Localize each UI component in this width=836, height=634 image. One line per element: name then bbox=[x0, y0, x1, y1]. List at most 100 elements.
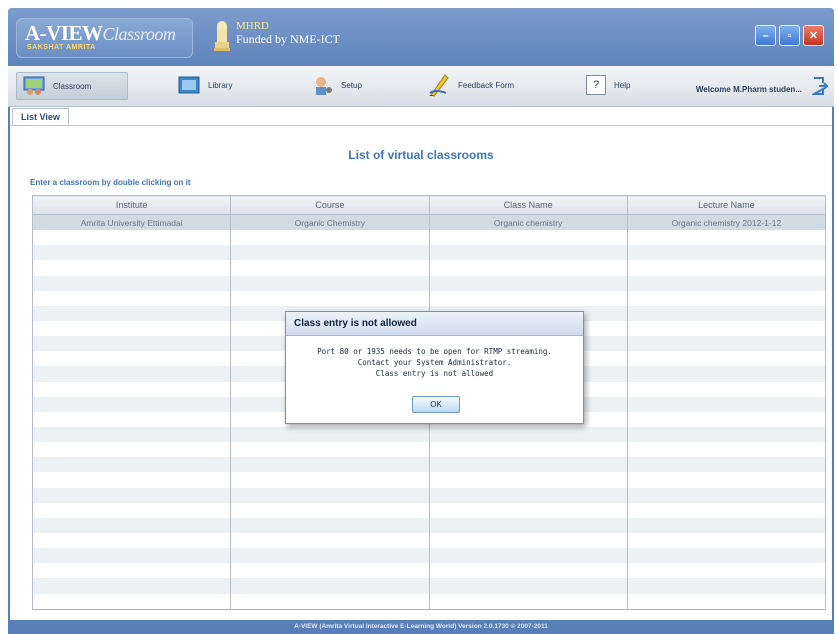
empty-table-row bbox=[31, 548, 827, 564]
empty-cell bbox=[626, 426, 827, 443]
empty-cell bbox=[31, 230, 232, 246]
empty-table-row bbox=[31, 487, 827, 503]
column-header-lecture-name[interactable]: Lecture Name bbox=[626, 195, 827, 215]
minimize-button[interactable]: – bbox=[755, 25, 776, 46]
empty-cell bbox=[230, 290, 430, 306]
empty-table-row bbox=[31, 245, 827, 261]
empty-cell bbox=[31, 426, 232, 443]
table-header-row: Institute Course Class Name Lecture Name bbox=[31, 195, 827, 215]
toolbar-classroom-label: Classroom bbox=[53, 81, 92, 91]
toolbar-feedback-label: Feedback Form bbox=[458, 80, 515, 90]
empty-cell bbox=[230, 230, 430, 246]
empty-cell bbox=[31, 366, 232, 382]
ministry-label: MHRD Funded by NME-ICT bbox=[236, 20, 340, 46]
column-header-institute[interactable]: Institute bbox=[31, 195, 232, 215]
empty-cell bbox=[31, 321, 232, 337]
cell-institute: Amrita University Ettimadai bbox=[31, 214, 232, 231]
window-controls: – ▫ ✕ bbox=[755, 25, 824, 46]
empty-cell bbox=[428, 426, 628, 443]
empty-cell bbox=[31, 396, 232, 412]
column-header-course[interactable]: Course bbox=[230, 195, 430, 215]
empty-cell bbox=[428, 517, 628, 533]
empty-table-row bbox=[31, 532, 827, 549]
empty-cell bbox=[230, 426, 430, 443]
empty-cell bbox=[626, 532, 827, 549]
empty-cell bbox=[31, 457, 232, 473]
empty-cell bbox=[428, 532, 628, 549]
empty-cell bbox=[230, 472, 430, 488]
empty-cell bbox=[230, 502, 430, 518]
empty-cell bbox=[428, 548, 628, 564]
empty-table-row bbox=[31, 593, 827, 610]
empty-cell bbox=[31, 351, 232, 367]
empty-table-row bbox=[31, 442, 827, 458]
empty-cell bbox=[31, 563, 232, 579]
error-dialog: Class entry is not allowed Port 80 or 19… bbox=[285, 311, 584, 424]
empty-cell bbox=[428, 442, 628, 458]
empty-cell bbox=[626, 502, 827, 518]
empty-cell bbox=[626, 290, 827, 306]
empty-cell bbox=[626, 366, 827, 382]
table-row[interactable]: Amrita University Ettimadai Organic Chem… bbox=[31, 214, 827, 231]
empty-cell bbox=[31, 532, 232, 549]
empty-cell bbox=[31, 442, 232, 458]
empty-cell bbox=[230, 260, 430, 276]
empty-table-row bbox=[31, 517, 827, 533]
empty-cell bbox=[230, 548, 430, 564]
empty-cell bbox=[428, 472, 628, 488]
ok-button[interactable]: OK bbox=[412, 396, 460, 413]
empty-cell bbox=[626, 563, 827, 579]
empty-cell bbox=[626, 578, 827, 594]
empty-cell bbox=[31, 305, 232, 321]
logout-icon[interactable] bbox=[812, 77, 828, 95]
empty-cell bbox=[230, 442, 430, 458]
toolbar-classroom[interactable]: Classroom bbox=[16, 72, 128, 100]
empty-cell bbox=[428, 563, 628, 579]
empty-cell bbox=[626, 517, 827, 533]
toolbar-feedback-form[interactable]: Feedback Form bbox=[428, 72, 514, 98]
empty-cell bbox=[626, 230, 827, 246]
logo-subtitle: SAKSHAT AMRITA bbox=[27, 44, 96, 51]
toolbar-library[interactable]: Library bbox=[178, 72, 232, 98]
empty-cell bbox=[428, 578, 628, 594]
empty-cell bbox=[428, 230, 628, 246]
toolbar-help-label: Help bbox=[614, 80, 631, 90]
dialog-message-line: Class entry is not allowed bbox=[375, 369, 494, 378]
empty-cell bbox=[31, 245, 232, 261]
empty-table-row bbox=[31, 230, 827, 246]
empty-cell bbox=[31, 593, 232, 610]
maximize-button[interactable]: ▫ bbox=[779, 25, 800, 46]
library-icon bbox=[178, 76, 200, 94]
empty-cell bbox=[428, 593, 628, 610]
welcome-user: Welcome M.Pharm studen... bbox=[695, 85, 802, 94]
main-toolbar: Classroom Library Setup Feedback Form ? … bbox=[8, 66, 834, 107]
column-header-class-name[interactable]: Class Name bbox=[428, 195, 628, 215]
empty-table-row bbox=[31, 502, 827, 518]
empty-cell bbox=[230, 487, 430, 503]
page-title: List of virtual classrooms bbox=[348, 148, 494, 162]
logo-title: A-VIEWClassroom bbox=[25, 21, 176, 45]
empty-cell bbox=[31, 487, 232, 503]
footer-version: A-VIEW (Amrita Virtual Interactive E-Lea… bbox=[8, 620, 834, 634]
empty-cell bbox=[626, 396, 827, 412]
empty-cell bbox=[31, 548, 232, 564]
empty-cell bbox=[230, 532, 430, 549]
empty-cell bbox=[31, 260, 232, 276]
empty-cell bbox=[626, 351, 827, 367]
dialog-message-line: Port 80 or 1935 needs to be open for RTM… bbox=[317, 347, 552, 356]
dialog-message: Port 80 or 1935 needs to be open for RTM… bbox=[286, 346, 583, 379]
empty-table-row bbox=[31, 260, 827, 276]
app-window: A-VIEWClassroom SAKSHAT AMRITA MHRD Fund… bbox=[8, 8, 834, 634]
classroom-icon bbox=[23, 76, 45, 95]
empty-cell bbox=[626, 336, 827, 352]
toolbar-setup[interactable]: Setup bbox=[313, 72, 362, 98]
dialog-message-line: Contact your System Administrator. bbox=[357, 358, 512, 367]
empty-table-row bbox=[31, 578, 827, 594]
empty-cell bbox=[31, 381, 232, 397]
close-button[interactable]: ✕ bbox=[803, 25, 824, 46]
tab-list-view[interactable]: List View bbox=[12, 108, 69, 125]
empty-cell bbox=[428, 290, 628, 306]
title-bar: A-VIEWClassroom SAKSHAT AMRITA MHRD Fund… bbox=[8, 8, 834, 66]
empty-table-row bbox=[31, 426, 827, 443]
toolbar-help[interactable]: ? Help bbox=[586, 72, 630, 98]
